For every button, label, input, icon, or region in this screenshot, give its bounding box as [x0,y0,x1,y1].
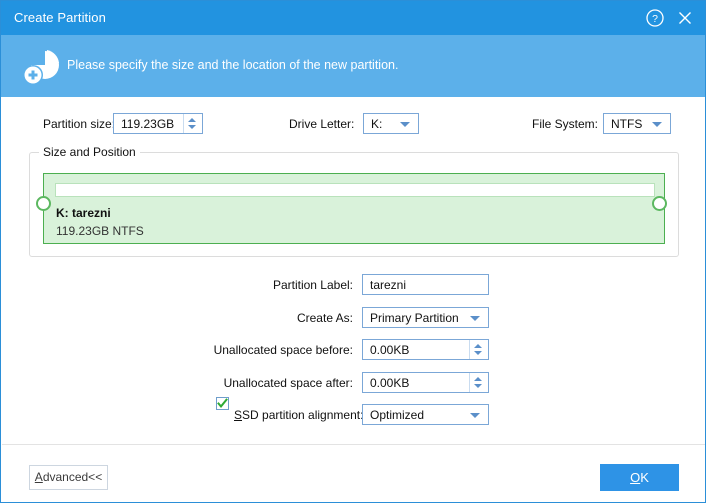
banner-message: Please specify the size and the location… [67,58,399,72]
ssd-alignment-label: SSD partition alignment: [234,408,363,422]
close-icon[interactable] [675,8,695,28]
drive-letter-label: Drive Letter: [289,117,355,131]
file-system-label: File System: [532,117,599,131]
resize-handle-left[interactable] [36,196,51,211]
create-as-label: Create As: [296,311,353,325]
chevron-down-icon[interactable] [652,122,662,127]
advanced-label-rest: dvanced<< [42,470,103,484]
partition-label-value: tarezni [370,278,407,292]
create-as-value: Primary Partition [370,311,459,325]
stepper-up-icon[interactable] [188,118,196,122]
partition-label-input[interactable]: tarezni [362,274,489,295]
unallocated-before-input[interactable]: 0.00KB [362,339,489,360]
ssd-alignment-checkbox[interactable] [216,397,229,410]
file-system-value: NTFS [611,117,643,131]
stepper-down-icon[interactable] [474,351,482,355]
ok-accel-char: O [630,470,641,485]
unallocated-before-label: Unallocated space before: [213,343,353,357]
unallocated-after-input[interactable]: 0.00KB [362,372,489,393]
create-partition-dialog: Create Partition ? Please specify the si… [0,0,706,503]
unallocated-after-label: Unallocated space after: [223,376,353,390]
unallocated-before-value: 0.00KB [370,343,410,357]
svg-text:?: ? [652,13,658,25]
window-title: Create Partition [14,10,106,25]
partition-size-value: 119.23GB [121,117,175,131]
advanced-accel-char: A [34,470,43,484]
partition-disk-add-icon [21,47,63,87]
size-and-position-label: Size and Position [39,145,140,159]
unallocated-after-stepper[interactable] [469,373,487,392]
file-system-select[interactable]: NTFS [603,113,671,134]
partition-size-input[interactable]: 119.23GB [113,113,203,134]
unallocated-before-stepper[interactable] [469,340,487,359]
create-as-select[interactable]: Primary Partition [362,307,489,328]
partition-info: 119.23GB NTFS [56,224,144,238]
title-bar: Create Partition ? [1,1,705,35]
stepper-up-icon[interactable] [474,377,482,381]
ssd-label-rest: SD partition alignment: [242,408,364,422]
stepper-down-icon[interactable] [474,384,482,388]
chevron-down-icon[interactable] [400,122,410,127]
unallocated-after-value: 0.00KB [370,376,410,390]
help-circle-icon[interactable]: ? [645,8,665,28]
drive-letter-value: K: [371,117,383,131]
ok-button[interactable]: OK [600,464,679,491]
ssd-alignment-value: Optimized [370,408,425,422]
dialog-body: Partition size: 119.23GB Drive Letter: K… [1,97,705,444]
partition-name: K: tarezni [56,206,111,220]
chevron-down-icon[interactable] [470,316,480,321]
partition-usage-bar [55,183,655,197]
partition-size-stepper[interactable] [183,114,201,133]
ssd-accel-char: S [234,408,243,422]
stepper-up-icon[interactable] [474,344,482,348]
partition-bar[interactable]: K: tarezni 119.23GB NTFS [43,173,665,244]
stepper-down-icon[interactable] [188,125,196,129]
footer-bar: Advanced<< OK [1,445,705,502]
banner: Please specify the size and the location… [1,35,705,97]
resize-handle-right[interactable] [652,196,667,211]
chevron-down-icon[interactable] [470,413,480,418]
ok-label-rest: K [640,470,649,485]
advanced-button[interactable]: Advanced<< [29,465,108,490]
partition-label-label: Partition Label: [272,278,353,292]
partition-size-label: Partition size: [43,117,116,131]
drive-letter-select[interactable]: K: [363,113,419,134]
ssd-alignment-select[interactable]: Optimized [362,404,489,425]
